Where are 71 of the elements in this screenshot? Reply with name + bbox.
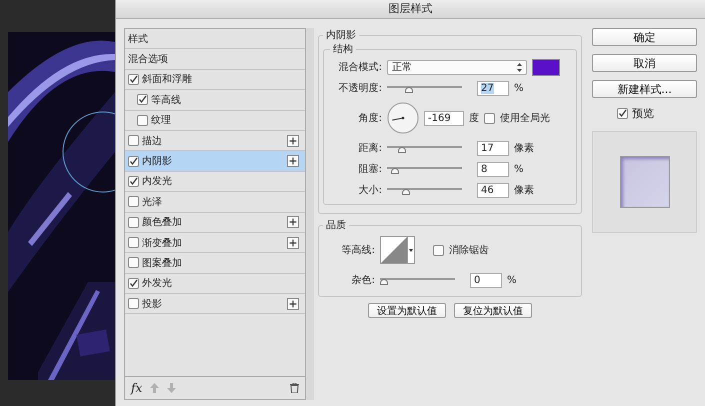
checkbox[interactable] <box>617 108 628 119</box>
slider-thumb[interactable] <box>398 146 406 152</box>
style-list-item[interactable]: 外发光 <box>125 274 305 294</box>
slider-thumb[interactable] <box>391 168 400 174</box>
number-field[interactable]: -169 <box>424 110 464 126</box>
angle-dial[interactable] <box>387 102 419 134</box>
dialog-button[interactable]: 取消 <box>592 54 697 72</box>
color-swatch[interactable] <box>532 58 560 76</box>
checkbox[interactable] <box>484 112 495 124</box>
effect-checkbox[interactable] <box>128 298 139 310</box>
default-button[interactable]: 设置为默认值 <box>368 303 446 318</box>
slider-thumb[interactable] <box>405 86 414 92</box>
field-label: 不透明度: <box>338 82 382 95</box>
window-title: 图层样式 <box>116 0 705 19</box>
section-title: 内阴影 <box>325 28 357 42</box>
field-label: 混合模式: <box>338 60 382 74</box>
dialog-button[interactable]: 确定 <box>592 28 697 46</box>
style-list-item[interactable]: 内发光 <box>125 172 305 192</box>
checkbox-label: 消除锯齿 <box>449 244 489 257</box>
add-icon[interactable] <box>287 155 299 168</box>
field-label: 大小: <box>358 184 382 197</box>
group-title: 结构 <box>332 42 354 56</box>
effect-checkbox[interactable] <box>128 156 139 167</box>
contour-picker[interactable] <box>380 236 415 264</box>
stepper-icon <box>517 62 522 72</box>
unit-label: % <box>507 274 517 286</box>
unit-label: 度 <box>469 112 479 125</box>
field-label: 等高线: <box>340 244 375 257</box>
effect-checkbox[interactable] <box>128 237 139 248</box>
checkbox-label: 预览 <box>632 106 654 121</box>
blend-mode-dropdown[interactable]: 正常 <box>387 60 527 74</box>
style-list-item[interactable]: 纹理 <box>125 110 305 131</box>
default-button[interactable]: 复位为默认值 <box>454 303 532 318</box>
effects-button[interactable]: fx <box>131 381 142 395</box>
effect-checkbox[interactable] <box>137 94 148 106</box>
trash-icon[interactable] <box>290 383 299 393</box>
effect-checkbox[interactable] <box>128 135 139 146</box>
add-icon[interactable] <box>287 134 299 147</box>
unit-label: 像素 <box>514 184 534 197</box>
effect-checkbox[interactable] <box>128 216 139 228</box>
number-field[interactable]: 46 <box>477 182 509 198</box>
slider-thumb[interactable] <box>380 278 388 284</box>
caret-icon <box>409 248 413 252</box>
effect-checkbox[interactable] <box>128 74 139 85</box>
field-label: 角度: <box>358 112 382 125</box>
field-label: 阻塞: <box>358 162 382 176</box>
slider-thumb[interactable] <box>402 188 410 194</box>
number-field[interactable]: 0 <box>470 272 502 288</box>
style-list-item[interactable]: 颜色叠加 <box>125 212 305 233</box>
effect-checkbox[interactable] <box>128 278 139 289</box>
dialog-button[interactable]: 新建样式... <box>592 80 697 98</box>
number-field[interactable]: 17 <box>477 140 509 156</box>
effect-checkbox[interactable] <box>137 114 148 126</box>
add-icon[interactable] <box>287 298 299 310</box>
add-icon[interactable] <box>287 236 299 249</box>
checkbox[interactable] <box>433 244 444 256</box>
unit-label: % <box>514 82 524 94</box>
group-title: 品质 <box>325 218 347 232</box>
unit-label: % <box>514 164 524 174</box>
effect-checkbox[interactable] <box>128 257 139 268</box>
add-icon[interactable] <box>287 216 299 228</box>
preview-swatch <box>620 156 670 208</box>
field-label: 距离: <box>358 142 382 155</box>
checkbox-label: 使用全局光 <box>500 112 550 125</box>
unit-label: 像素 <box>514 142 534 155</box>
number-field[interactable]: 8 <box>477 162 509 176</box>
effect-checkbox[interactable] <box>128 176 139 187</box>
number-field[interactable]: 27 <box>477 80 509 96</box>
field-label: 杂色: <box>350 274 375 287</box>
style-list-item[interactable]: 内阴影 <box>125 151 305 172</box>
effect-checkbox[interactable] <box>128 196 139 208</box>
